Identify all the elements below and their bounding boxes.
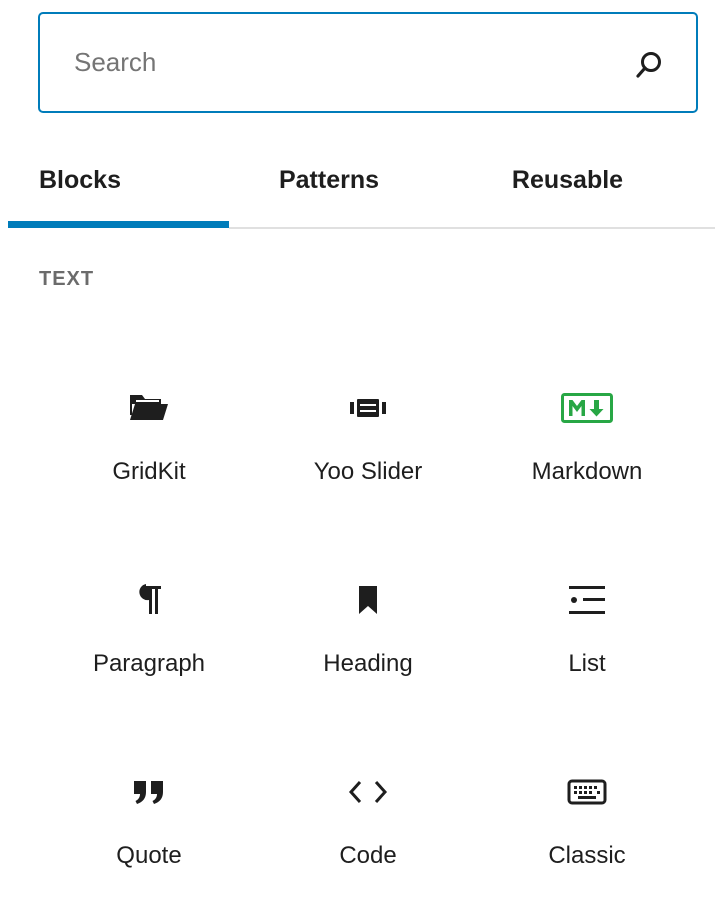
category-heading: TEXT <box>39 268 95 290</box>
bookmark-icon <box>258 580 478 620</box>
keyboard-icon <box>477 772 697 812</box>
tabs-divider <box>229 227 715 229</box>
block-item-paragraph[interactable]: Paragraph <box>39 580 259 730</box>
block-label: Heading <box>323 650 413 677</box>
block-label: Code <box>339 842 397 869</box>
markdown-icon <box>477 388 697 428</box>
tab-patterns[interactable]: Patterns <box>229 140 429 228</box>
block-label: Yoo Slider <box>313 458 423 485</box>
quote-icon <box>39 772 259 812</box>
search-input[interactable] <box>74 14 614 111</box>
block-item-yoo-slider[interactable]: Yoo Slider <box>258 388 478 538</box>
tab-reusable[interactable]: Reusable <box>470 140 665 228</box>
search-icon[interactable] <box>634 50 664 80</box>
list-icon <box>477 580 697 620</box>
slider-icon <box>258 388 478 428</box>
search-box[interactable] <box>38 12 698 113</box>
block-item-classic[interactable]: Classic <box>477 772 697 922</box>
tab-blocks[interactable]: Blocks <box>8 140 229 228</box>
block-item-gridkit[interactable]: GridKit <box>39 388 259 538</box>
block-label: List <box>568 650 606 677</box>
block-label: Markdown <box>531 458 643 485</box>
inserter-tabs: Blocks Patterns Reusable <box>0 140 715 230</box>
block-label: GridKit <box>112 458 186 485</box>
active-tab-indicator <box>8 221 229 228</box>
block-item-code[interactable]: Code <box>258 772 478 922</box>
code-icon <box>258 772 478 812</box>
block-label: Classic <box>548 842 626 869</box>
block-item-markdown[interactable]: Markdown <box>477 388 697 538</box>
block-label: Quote <box>116 842 182 869</box>
block-item-list[interactable]: List <box>477 580 697 730</box>
folder-icon <box>39 388 259 428</box>
block-item-quote[interactable]: Quote <box>39 772 259 922</box>
paragraph-icon <box>39 580 259 620</box>
block-item-heading[interactable]: Heading <box>258 580 478 730</box>
block-label: Paragraph <box>92 650 206 677</box>
